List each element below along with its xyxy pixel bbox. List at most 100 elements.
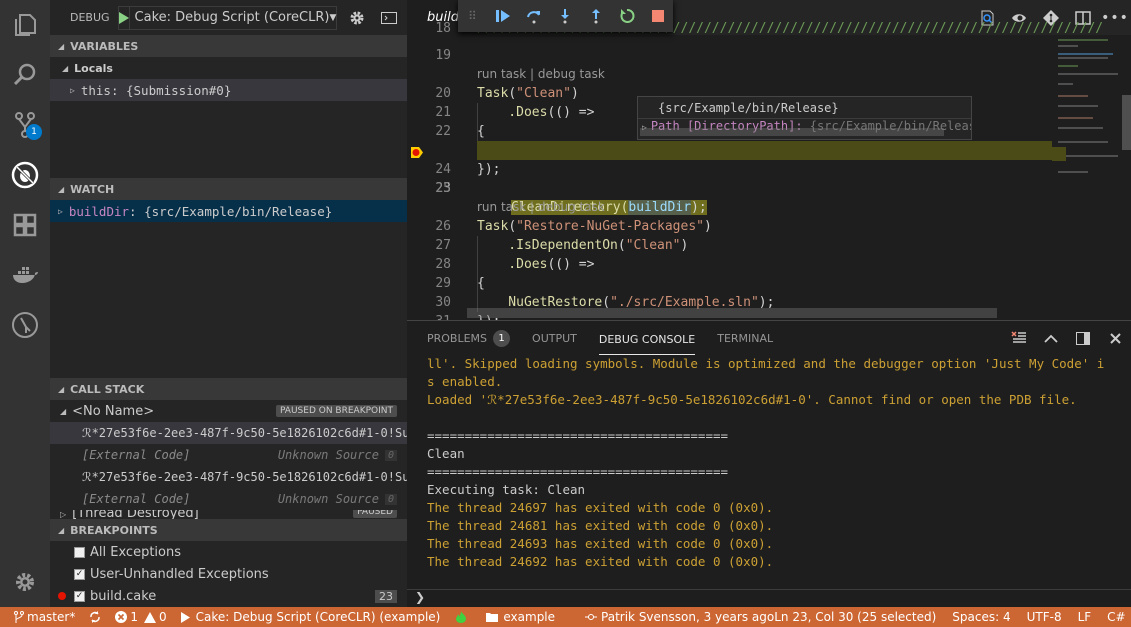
indentation[interactable]: Spaces: 4 bbox=[952, 610, 1010, 624]
git-blame-status[interactable]: Patrik Svensson, 3 years ago bbox=[585, 610, 774, 624]
gitlens-icon bbox=[12, 312, 38, 338]
close-panel-button[interactable] bbox=[1099, 321, 1131, 355]
console-line: The thread 24692 has exited with code 0 … bbox=[427, 554, 774, 569]
code-line-current: 23 CleanDirectory(buildDir); bbox=[407, 141, 1052, 215]
tab-debug-console[interactable]: DEBUG CONSOLE bbox=[598, 325, 696, 355]
collapse-icon: ◢ bbox=[58, 525, 65, 535]
thread-row[interactable]: ◢ <No Name> PAUSED ON BREAKPOINT bbox=[50, 400, 407, 422]
breakpoint-file[interactable]: ✓ build.cake 23 bbox=[50, 585, 407, 607]
watch-section-header[interactable]: ◢ WATCH bbox=[50, 178, 407, 200]
editor-horizontal-scrollbar[interactable] bbox=[467, 308, 997, 318]
extensions-icon bbox=[13, 213, 37, 237]
stack-frame-external[interactable]: [External Code] Unknown Source 0 bbox=[50, 488, 407, 510]
collapse-icon: ◢ bbox=[60, 406, 67, 416]
checkbox-unchecked[interactable] bbox=[74, 546, 85, 558]
watch-row[interactable]: ▷ buildDir: {src/Example/bin/Release} bbox=[50, 200, 407, 222]
console-line: ll'. Skipped loading symbols. Module is … bbox=[427, 356, 1105, 371]
terminal-icon bbox=[380, 11, 397, 24]
frame-line: 0 bbox=[384, 449, 397, 461]
checkbox-checked[interactable]: ✓ bbox=[74, 590, 85, 602]
collapse-icon: ◢ bbox=[62, 63, 69, 73]
more-actions-button[interactable]: ••• bbox=[1099, 0, 1131, 35]
language-mode[interactable]: C# bbox=[1107, 610, 1125, 624]
minimap[interactable] bbox=[1052, 35, 1122, 320]
code-lens[interactable]: run task | debug task bbox=[477, 67, 605, 81]
continue-button[interactable] bbox=[487, 0, 518, 32]
callstack-section-header[interactable]: ◢ CALL STACK bbox=[50, 378, 407, 400]
activity-docker[interactable] bbox=[0, 250, 50, 300]
sync-icon bbox=[90, 611, 101, 623]
stop-button[interactable] bbox=[642, 0, 673, 32]
end-of-line[interactable]: LF bbox=[1078, 610, 1092, 624]
clear-console-button[interactable] bbox=[1003, 321, 1035, 355]
cursor-position[interactable]: Ln 23, Col 30 (25 selected) bbox=[774, 610, 936, 624]
debug-toolbar: ⠿ bbox=[458, 0, 673, 32]
breakpoint-current-icon[interactable] bbox=[411, 145, 423, 158]
activity-extensions[interactable] bbox=[0, 200, 50, 250]
maximize-panel-button[interactable] bbox=[1035, 321, 1067, 355]
git-branch-icon bbox=[14, 611, 24, 623]
start-debugging-button[interactable] bbox=[118, 6, 130, 29]
step-into-button[interactable] bbox=[549, 0, 580, 32]
debug-title: DEBUG bbox=[70, 11, 110, 24]
debug-console-input[interactable]: ❯ bbox=[407, 589, 1131, 608]
frame-label: ℛ*27e53f6e-2ee3-487f-9c50-5e1826102c6d#1… bbox=[82, 470, 407, 484]
collapse-icon: ◢ bbox=[58, 184, 65, 194]
step-over-button[interactable] bbox=[518, 0, 549, 32]
expand-icon: ▷ bbox=[60, 510, 67, 519]
activity-debug[interactable] bbox=[0, 150, 50, 200]
error-icon bbox=[115, 611, 128, 623]
sync-button[interactable] bbox=[89, 611, 101, 623]
docker-icon bbox=[13, 267, 38, 283]
activity-gitlens[interactable] bbox=[0, 300, 50, 350]
stack-frame-external[interactable]: [External Code] Unknown Source 0 bbox=[50, 444, 407, 466]
flame-status[interactable] bbox=[456, 611, 467, 623]
drag-handle-icon[interactable]: ⠿ bbox=[468, 9, 487, 23]
restart-button[interactable] bbox=[611, 0, 642, 32]
console-line: Executing task: Clean bbox=[427, 482, 586, 497]
activity-settings[interactable] bbox=[0, 557, 50, 607]
activity-source-control[interactable] bbox=[0, 100, 50, 150]
frame-source: Unknown Source bbox=[277, 448, 379, 462]
chevron-down-icon: ▼ bbox=[329, 12, 337, 23]
debug-icon bbox=[11, 161, 39, 189]
stack-frame[interactable]: ℛ*27e53f6e-2ee3-487f-9c50-5e1826102c6d#1… bbox=[50, 422, 407, 444]
code-line: 28 .Does(() => bbox=[435, 257, 595, 272]
tab-output[interactable]: OUTPUT bbox=[532, 321, 577, 355]
stack-frame[interactable]: ℛ*27e53f6e-2ee3-487f-9c50-5e1826102c6d#1… bbox=[50, 466, 407, 488]
commit-icon bbox=[585, 614, 598, 620]
encoding[interactable]: UTF-8 bbox=[1027, 610, 1062, 624]
frame-label: [External Code] bbox=[82, 492, 191, 506]
hover-scrollbar[interactable] bbox=[640, 128, 944, 136]
frame-source: Unknown Source bbox=[277, 492, 379, 506]
breakpoint-line: 23 bbox=[375, 589, 397, 603]
console-line: Loaded 'ℛ*27e53f6e-2ee3-487f-9c50-5e1826… bbox=[427, 392, 1077, 407]
toggle-panel-position-button[interactable] bbox=[1067, 321, 1099, 355]
code-lens[interactable]: run task | debug task bbox=[477, 200, 605, 214]
activity-explorer[interactable] bbox=[0, 0, 50, 50]
source-control-badge: 1 bbox=[26, 124, 42, 140]
open-launch-json-button[interactable] bbox=[349, 10, 365, 26]
debug-console-button[interactable] bbox=[380, 11, 397, 24]
tab-terminal[interactable]: TERMINAL bbox=[717, 321, 773, 355]
thread-row[interactable]: ▷ [Thread Destroyed] PAUSED bbox=[50, 510, 407, 519]
activity-search[interactable] bbox=[0, 50, 50, 100]
prompt-icon: ❯ bbox=[415, 590, 426, 604]
debug-config-select[interactable]: Cake: Debug Script (CoreCLR) ▼ bbox=[117, 5, 337, 30]
debug-config-label: Cake: Debug Script (CoreCLR) bbox=[134, 10, 330, 25]
variables-section-header[interactable]: ◢ VARIABLES bbox=[50, 35, 407, 57]
step-out-button[interactable] bbox=[580, 0, 611, 32]
locals-scope[interactable]: ◢ Locals bbox=[50, 57, 407, 79]
variable-row[interactable]: ▷ this: {Submission#0} bbox=[50, 79, 407, 101]
folder-status[interactable]: example bbox=[486, 610, 555, 624]
frame-line: 0 bbox=[384, 493, 397, 505]
editor-vertical-scrollbar[interactable] bbox=[1122, 35, 1131, 320]
debug-config-status[interactable]: Cake: Debug Script (CoreCLR) (example) bbox=[180, 610, 440, 624]
breakpoints-section-header[interactable]: ◢ BREAKPOINTS bbox=[50, 519, 407, 541]
breakpoint-user-unhandled[interactable]: ✓ User-Unhandled Exceptions bbox=[50, 563, 407, 585]
problems-status[interactable]: 1 0 bbox=[115, 610, 167, 624]
checkbox-checked[interactable]: ✓ bbox=[74, 568, 85, 580]
tab-problems[interactable]: PROBLEMS 1 bbox=[427, 321, 511, 355]
git-branch-status[interactable]: master* bbox=[14, 610, 75, 624]
breakpoint-all-exceptions[interactable]: All Exceptions bbox=[50, 541, 407, 563]
